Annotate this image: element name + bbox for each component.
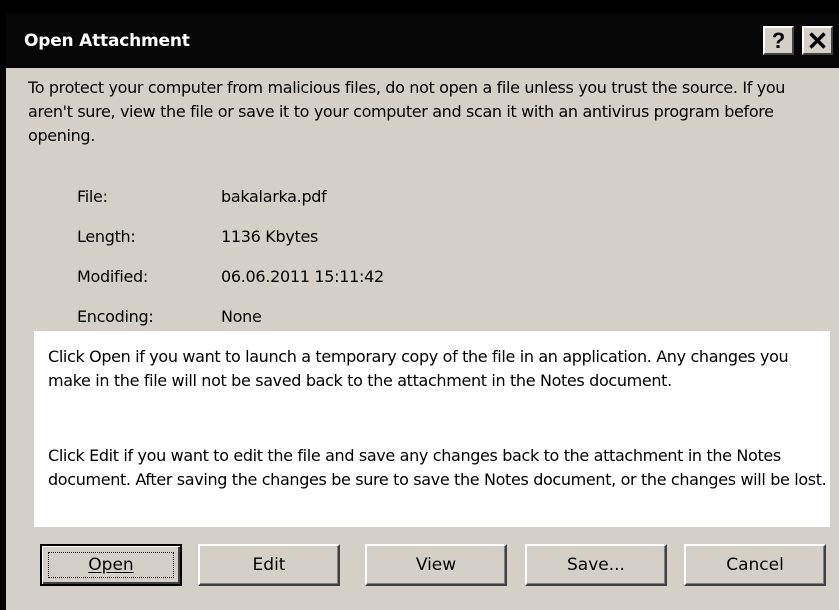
open-explanation-text: Click Open if you want to launch a tempo… xyxy=(48,347,789,390)
window-title: Open Attachment xyxy=(24,31,190,51)
length-label: Length: xyxy=(77,227,136,246)
save-button[interactable]: Save... xyxy=(525,544,667,586)
info-panel: Click Open if you want to launch a tempo… xyxy=(34,331,830,527)
encoding-label: Encoding: xyxy=(77,307,154,326)
help-button[interactable]: ? xyxy=(763,26,794,55)
modified-label: Modified: xyxy=(77,267,148,286)
modified-value: 06.06.2011 15:11:42 xyxy=(221,267,384,286)
length-value: 1136 Kbytes xyxy=(221,227,319,246)
title-bar[interactable]: Open Attachment ? ✕ xyxy=(6,14,839,68)
open-button[interactable]: Open xyxy=(40,544,182,586)
edit-explanation-text: Click Edit if you want to edit the file … xyxy=(48,446,827,489)
file-label: File: xyxy=(77,187,108,206)
open-button-label: Open xyxy=(88,555,134,575)
encoding-value: None xyxy=(221,307,262,326)
edit-button[interactable]: Edit xyxy=(198,544,340,586)
cancel-button[interactable]: Cancel xyxy=(684,544,826,586)
file-name-value: bakalarka.pdf xyxy=(221,187,327,206)
security-warning-text: To protect your computer from malicious … xyxy=(28,78,786,145)
close-button[interactable]: ✕ xyxy=(802,26,833,55)
view-button[interactable]: View xyxy=(365,544,507,586)
